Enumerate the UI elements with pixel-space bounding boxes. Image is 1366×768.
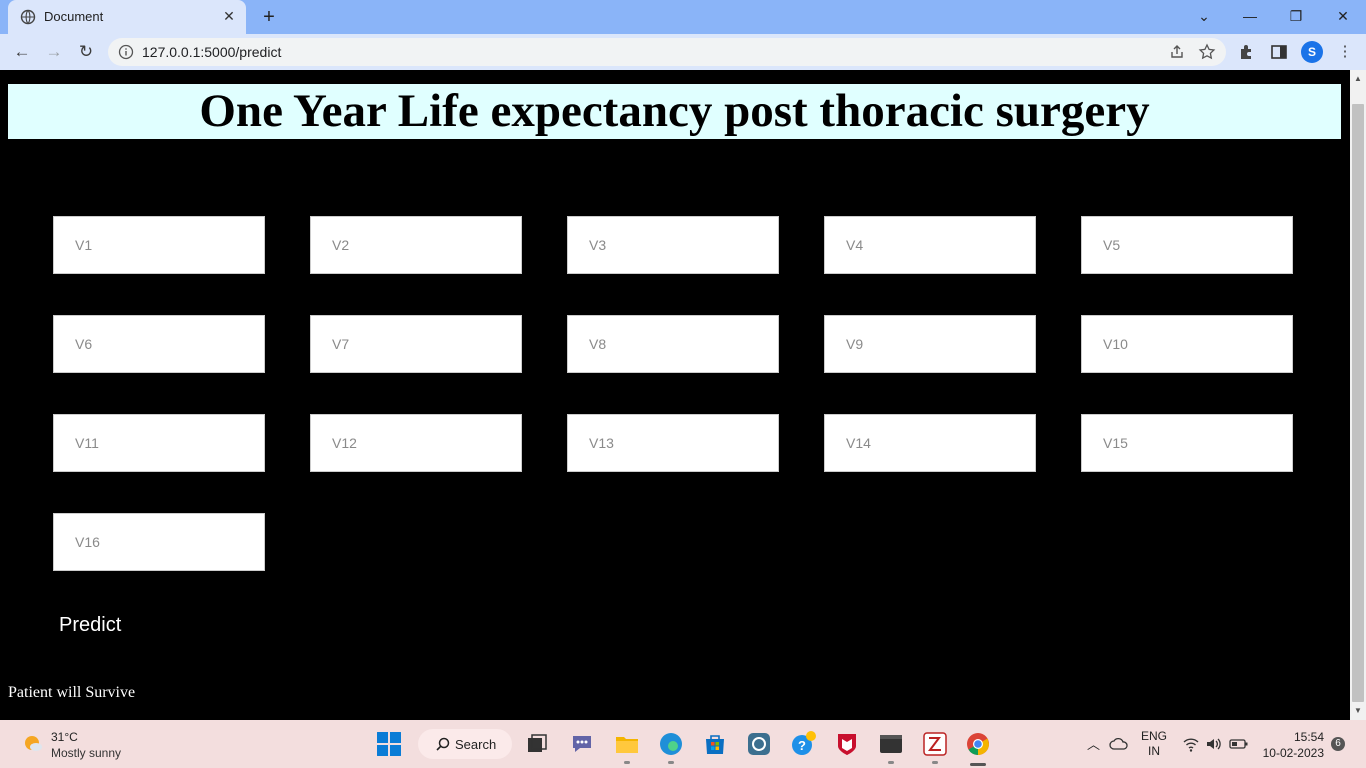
tab-strip: Document ✕ + ⌄ — ❐ ✕ <box>0 0 1366 34</box>
system-clock[interactable]: 15:54 10-02-2023 <box>1262 729 1324 761</box>
field-v7[interactable] <box>310 315 522 373</box>
tab-close-icon[interactable]: ✕ <box>220 7 238 25</box>
running-indicator <box>668 761 674 764</box>
task-view-icon[interactable] <box>524 731 550 757</box>
url-text: 127.0.0.1:5000/predict <box>142 44 282 60</box>
field-v13[interactable] <box>567 414 779 472</box>
tab-search-chevron-icon[interactable]: ⌄ <box>1192 4 1216 28</box>
active-app-indicator <box>970 763 986 766</box>
scroll-thumb[interactable] <box>1352 104 1364 702</box>
field-v16[interactable] <box>53 513 265 571</box>
mcafee-shield-icon[interactable] <box>834 731 860 757</box>
region-code: IN <box>1148 744 1160 758</box>
field-v12[interactable] <box>310 414 522 472</box>
chrome-icon[interactable] <box>965 731 991 757</box>
page-header: One Year Life expectancy post thoracic s… <box>8 84 1341 139</box>
taskbar-search[interactable]: Search <box>418 729 512 759</box>
site-info-icon[interactable] <box>118 44 134 60</box>
weather-description[interactable]: Mostly sunny <box>51 746 121 760</box>
running-indicator <box>888 761 894 764</box>
address-bar[interactable]: 127.0.0.1:5000/predict <box>108 38 1226 66</box>
search-icon <box>436 737 450 751</box>
scroll-down-icon[interactable]: ▼ <box>1353 706 1363 716</box>
close-window-icon[interactable]: ✕ <box>1331 4 1355 28</box>
predict-button[interactable]: Predict <box>59 614 121 637</box>
running-indicator <box>932 761 938 764</box>
page-viewport: One Year Life expectancy post thoracic s… <box>0 70 1350 720</box>
windows-start-icon[interactable] <box>376 731 402 757</box>
file-explorer-icon[interactable] <box>614 731 640 757</box>
field-v5[interactable] <box>1081 216 1293 274</box>
browser-tab[interactable]: Document ✕ <box>8 0 246 34</box>
volume-icon[interactable] <box>1205 735 1223 753</box>
app-icon[interactable] <box>746 731 772 757</box>
battery-icon[interactable] <box>1229 735 1249 753</box>
clock-time: 15:54 <box>1293 730 1324 744</box>
page-title: One Year Life expectancy post thoracic s… <box>199 85 1150 137</box>
new-tab-icon[interactable]: + <box>258 6 280 28</box>
prediction-result: Patient will Survive <box>8 684 136 701</box>
field-v3[interactable] <box>567 216 779 274</box>
notification-badge[interactable]: 6 <box>1331 737 1345 751</box>
microsoft-store-icon[interactable] <box>702 731 728 757</box>
get-help-icon[interactable]: ? <box>790 731 816 757</box>
edge-browser-icon[interactable] <box>658 731 684 757</box>
field-v8[interactable] <box>567 315 779 373</box>
restore-icon[interactable]: ❐ <box>1284 4 1308 28</box>
field-v15[interactable] <box>1081 414 1293 472</box>
extensions-puzzle-icon[interactable] <box>1237 42 1257 62</box>
back-arrow-icon[interactable]: ← <box>10 40 34 64</box>
field-v2[interactable] <box>310 216 522 274</box>
field-v11[interactable] <box>53 414 265 472</box>
teams-chat-icon[interactable] <box>569 731 595 757</box>
taskbar: 31°C Mostly sunny Search ? ︿ ENG IN 15:5… <box>0 720 1366 768</box>
forward-arrow-icon[interactable]: → <box>42 40 66 64</box>
taskbar-search-label: Search <box>455 737 497 752</box>
language-code: ENG <box>1141 729 1168 743</box>
clock-date: 10-02-2023 <box>1262 746 1324 760</box>
field-v1[interactable] <box>53 216 265 274</box>
weather-temperature[interactable]: 31°C <box>51 730 78 744</box>
running-indicator <box>624 761 630 764</box>
tab-title: Document <box>44 9 104 24</box>
share-icon[interactable] <box>1168 43 1186 61</box>
field-v9[interactable] <box>824 315 1036 373</box>
weather-sun-icon[interactable] <box>22 732 44 754</box>
language-indicator[interactable]: ENG IN <box>1141 729 1167 759</box>
field-v10[interactable] <box>1081 315 1293 373</box>
field-v6[interactable] <box>53 315 265 373</box>
profile-avatar[interactable]: S <box>1301 41 1323 63</box>
browser-toolbar: ← → ↻ 127.0.0.1:5000/predict S ⋮ <box>0 34 1366 70</box>
reload-icon[interactable]: ↻ <box>74 40 98 64</box>
globe-icon <box>20 9 36 25</box>
minimize-icon[interactable]: — <box>1238 4 1262 28</box>
svg-text:?: ? <box>798 738 806 753</box>
star-icon[interactable] <box>1198 43 1216 61</box>
show-hidden-icons-icon[interactable]: ︿ <box>1087 734 1100 753</box>
field-v14[interactable] <box>824 414 1036 472</box>
side-panel-icon[interactable] <box>1269 42 1289 62</box>
wifi-icon[interactable] <box>1182 735 1200 753</box>
page-scrollbar[interactable]: ▲ ▼ <box>1350 70 1366 720</box>
field-v4[interactable] <box>824 216 1036 274</box>
kebab-menu-icon[interactable]: ⋮ <box>1333 40 1357 64</box>
terminal-icon[interactable] <box>878 731 904 757</box>
filezilla-icon[interactable] <box>922 731 948 757</box>
scroll-up-icon[interactable]: ▲ <box>1353 74 1363 84</box>
onedrive-cloud-icon[interactable] <box>1109 735 1129 753</box>
